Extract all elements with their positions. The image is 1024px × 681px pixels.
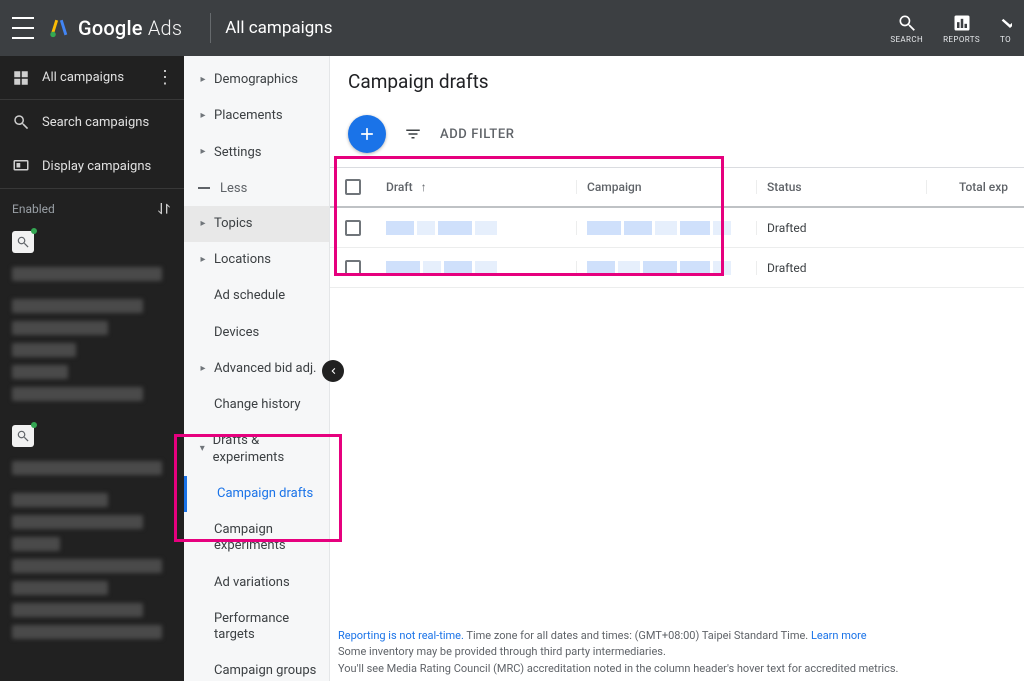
menu-item-settings[interactable]: ▸Settings: [184, 135, 329, 171]
menu-less-toggle[interactable]: Less: [184, 171, 329, 206]
sort-asc-icon: ↑: [421, 180, 427, 194]
left-nav: All campaigns ⋮ Search campaigns Display…: [0, 56, 184, 681]
row-checkbox[interactable]: [345, 220, 361, 236]
topbar: Google Ads All campaigns SEARCH REPORTS …: [0, 0, 1024, 56]
menu-item-locations[interactable]: ▸Locations: [184, 242, 329, 278]
main-content: Campaign drafts ADD FILTER Draft↑ Campai…: [330, 56, 1024, 681]
collapse-panel-button[interactable]: [322, 360, 344, 382]
menu-item-drafts-experiments[interactable]: ▾Drafts & experiments: [184, 423, 329, 476]
col-campaign[interactable]: Campaign: [576, 180, 756, 194]
product-logo[interactable]: Google Ads: [48, 16, 182, 40]
footer-note: Reporting is not real-time. Time zone fo…: [338, 628, 1016, 678]
page-title: Campaign drafts: [348, 70, 1006, 93]
filter-icon[interactable]: [404, 125, 422, 143]
menu-item-performance-targets[interactable]: Performance targets: [184, 601, 329, 654]
display-icon: [12, 157, 30, 175]
search-icon: [12, 113, 30, 131]
draft-name-redacted: [376, 221, 576, 235]
select-all-checkbox[interactable]: [345, 179, 361, 195]
row-status: Drafted: [756, 221, 926, 235]
drafts-table: Draft↑ Campaign Status Total exp Drafted…: [330, 167, 1024, 288]
campaign-name-redacted: [576, 261, 756, 275]
reports-icon: [952, 13, 972, 33]
nav-item-all-campaigns[interactable]: All campaigns ⋮: [0, 56, 184, 100]
product-name: Google Ads: [78, 16, 182, 40]
col-total[interactable]: Total exp: [926, 180, 1024, 194]
hamburger-menu[interactable]: [12, 17, 34, 39]
draft-name-redacted: [376, 261, 576, 275]
search-icon: [16, 235, 30, 249]
reports-action[interactable]: REPORTS: [943, 13, 980, 44]
nav-account-search-2[interactable]: [12, 425, 34, 447]
campaign-name-redacted: [576, 221, 756, 235]
col-status[interactable]: Status: [756, 180, 926, 194]
search-icon: [16, 429, 30, 443]
nav-item-display-campaigns[interactable]: Display campaigns: [0, 144, 184, 188]
search-icon: [897, 13, 917, 33]
more-icon[interactable]: ⋮: [156, 67, 172, 88]
chevron-left-icon: [327, 365, 339, 377]
breadcrumb[interactable]: All campaigns: [225, 18, 332, 38]
nav-label: Search campaigns: [42, 115, 149, 130]
col-draft[interactable]: Draft↑: [376, 180, 576, 194]
tools-icon: [1000, 13, 1012, 33]
topbar-divider: [210, 13, 211, 43]
search-action[interactable]: SEARCH: [890, 13, 923, 44]
tools-action[interactable]: TO: [1000, 13, 1012, 44]
row-status: Drafted: [756, 261, 926, 275]
learn-more-link[interactable]: Learn more: [811, 629, 867, 642]
grid-icon: [12, 69, 30, 87]
menu-item-campaign-groups[interactable]: Campaign groups: [184, 653, 329, 681]
menu-item-devices[interactable]: ▸Devices: [184, 315, 329, 351]
table-row[interactable]: Drafted: [330, 208, 1024, 248]
main-header: Campaign drafts: [330, 56, 1024, 103]
menu-item-demographics[interactable]: ▸Demographics: [184, 62, 329, 98]
menu-item-campaign-drafts[interactable]: Campaign drafts: [184, 476, 329, 512]
nav-accounts-redacted-2: [12, 461, 172, 647]
menu-item-ad-schedule[interactable]: ▸Ad schedule: [184, 278, 329, 314]
menu-item-ad-variations[interactable]: Ad variations: [184, 565, 329, 601]
add-filter-button[interactable]: ADD FILTER: [440, 127, 515, 142]
nav-account-search[interactable]: [12, 231, 34, 253]
menu-item-change-history[interactable]: ▸Change history: [184, 387, 329, 423]
nav-label: All campaigns: [42, 70, 124, 85]
add-button[interactable]: [348, 115, 386, 153]
topbar-actions: SEARCH REPORTS TO: [890, 13, 1012, 44]
google-ads-logo-icon: [48, 17, 70, 39]
row-checkbox[interactable]: [345, 260, 361, 276]
menu-item-advanced-bid[interactable]: ▸Advanced bid adj.: [184, 351, 329, 387]
menu-item-campaign-experiments[interactable]: Campaign experiments: [184, 512, 329, 565]
nav-label: Display campaigns: [42, 159, 151, 174]
side-menu: ▸Demographics ▸Placements ▸Settings Less…: [184, 56, 330, 681]
table-row[interactable]: Drafted: [330, 248, 1024, 288]
sort-icon: [156, 201, 172, 217]
nav-section-enabled[interactable]: Enabled: [0, 188, 184, 225]
plus-icon: [357, 124, 377, 144]
toolbar: ADD FILTER: [330, 103, 1024, 167]
menu-item-placements[interactable]: ▸Placements: [184, 98, 329, 134]
nav-accounts-redacted: [12, 267, 172, 409]
table-header-row: Draft↑ Campaign Status Total exp: [330, 168, 1024, 208]
menu-item-topics[interactable]: ▸Topics: [184, 206, 329, 242]
nav-item-search-campaigns[interactable]: Search campaigns: [0, 100, 184, 144]
reporting-link[interactable]: Reporting is not real-time.: [338, 629, 464, 642]
